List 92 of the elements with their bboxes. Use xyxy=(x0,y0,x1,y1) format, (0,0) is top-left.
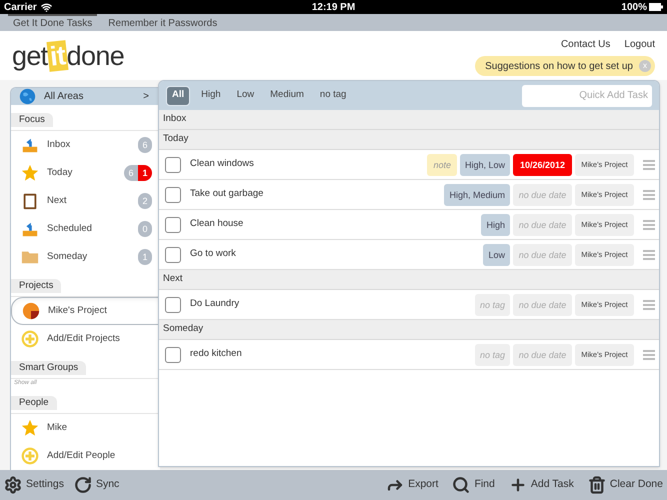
pie-chart-icon xyxy=(22,302,40,320)
task-title: redo kitchen xyxy=(190,347,243,362)
item-label: Mike xyxy=(47,420,68,435)
item-label: Scheduled xyxy=(47,222,93,236)
app-tab[interactable]: Get It Done Tasks xyxy=(8,14,98,31)
task-title: Clean house xyxy=(190,217,244,232)
toolbar-button[interactable]: Clear Done xyxy=(588,476,663,494)
toolbar-button[interactable]: Settings xyxy=(4,476,64,494)
sidebar-item[interactable]: Inbox 6 xyxy=(11,131,160,159)
toolbar-button[interactable]: Export xyxy=(386,476,438,494)
count-badge: 1 xyxy=(138,249,152,265)
sidebar-item[interactable]: Next 2 xyxy=(11,187,160,215)
priority-tag[interactable]: High, Low xyxy=(460,154,510,176)
clock: 12:19 PM xyxy=(312,0,356,14)
section-heading: Projects xyxy=(11,279,62,293)
star-icon xyxy=(21,164,39,182)
add-icon xyxy=(21,330,39,348)
sidebar-item[interactable]: Add/Edit People xyxy=(11,442,160,470)
section-heading: Smart Groups xyxy=(11,361,86,375)
count-badge: 6 xyxy=(138,137,152,153)
settings-icon xyxy=(4,476,22,494)
toolbar-button[interactable]: Add Task xyxy=(508,476,574,494)
group-heading: Someday xyxy=(163,322,204,336)
battery-label: 100% xyxy=(621,0,647,14)
wifi-icon xyxy=(40,2,52,12)
suggestion-text: Suggestions on how to get set up xyxy=(485,60,633,74)
sidebar-item[interactable]: Mike xyxy=(11,414,160,442)
task-title: Go to work xyxy=(190,247,237,262)
quick-add-field[interactable]: Quick Add Task xyxy=(522,84,652,106)
drag-handle-icon[interactable] xyxy=(643,160,655,170)
inbox-icon xyxy=(21,220,39,238)
task-checkbox[interactable] xyxy=(165,246,181,262)
plus-icon xyxy=(508,476,527,494)
count-badge: 6 xyxy=(124,165,138,181)
task-title: Clean windows xyxy=(190,157,255,172)
filter-tab[interactable]: Medium xyxy=(265,86,309,106)
item-label: Add/Edit People xyxy=(47,448,116,463)
section-heading: Focus xyxy=(11,113,53,127)
drag-handle-icon[interactable] xyxy=(643,220,655,230)
priority-tag[interactable]: High, Medium xyxy=(444,184,510,206)
task-checkbox[interactable] xyxy=(165,186,181,202)
priority-tag[interactable]: High xyxy=(481,214,510,236)
battery-icon xyxy=(649,3,663,11)
area-selector[interactable]: All Areas > xyxy=(11,88,160,105)
search-icon xyxy=(452,476,470,494)
filter-tab[interactable]: Low xyxy=(232,86,260,106)
count-badge: 1 xyxy=(138,165,152,181)
task-checkbox[interactable] xyxy=(165,346,181,362)
filter-tab[interactable]: High xyxy=(196,86,226,106)
task-checkbox[interactable] xyxy=(165,216,181,232)
item-label: Today xyxy=(47,166,74,180)
globe-icon xyxy=(19,88,36,105)
toolbar-button[interactable]: Sync xyxy=(74,476,120,494)
due-date[interactable]: 10/26/2012 xyxy=(513,154,572,176)
drag-handle-icon[interactable] xyxy=(643,300,655,310)
filter-tab[interactable]: no tag xyxy=(314,86,352,106)
header-link[interactable]: Contact Us xyxy=(560,37,610,52)
task-checkbox[interactable] xyxy=(165,156,181,172)
inbox-icon xyxy=(21,136,39,154)
clipboard-icon xyxy=(21,192,39,210)
group-heading: Next xyxy=(163,272,183,286)
task-title: Do Laundry xyxy=(190,297,240,312)
priority-tag[interactable]: Low xyxy=(483,244,510,266)
filter-tab[interactable]: All xyxy=(166,86,190,106)
header-link[interactable]: Logout xyxy=(624,37,655,52)
carrier-label: Carrier xyxy=(4,0,37,14)
item-label: Someday xyxy=(47,250,88,264)
item-label: Add/Edit Projects xyxy=(47,332,121,346)
count-badge: 0 xyxy=(138,221,152,237)
star-icon xyxy=(21,419,39,437)
task-title: Take out garbage xyxy=(190,187,264,202)
sync-icon xyxy=(74,476,92,494)
item-label: Next xyxy=(47,194,68,208)
item-label: Mike's Project xyxy=(48,304,108,318)
drag-handle-icon[interactable] xyxy=(643,250,655,260)
toolbar-button[interactable]: Find xyxy=(452,476,495,494)
trash-icon xyxy=(588,476,606,494)
drag-handle-icon[interactable] xyxy=(643,190,655,200)
task-checkbox[interactable] xyxy=(165,296,181,312)
app-logo: get it done xyxy=(12,41,124,71)
app-tab[interactable]: Remember it Passwords xyxy=(103,14,222,31)
add-icon xyxy=(21,447,39,465)
group-heading: Inbox xyxy=(163,112,186,126)
sidebar-item[interactable]: Today 6 1 xyxy=(11,159,160,187)
group-heading: Today xyxy=(163,132,188,146)
section-heading: People xyxy=(11,396,57,410)
sidebar-item[interactable]: Scheduled 0 xyxy=(11,215,160,243)
drag-handle-icon[interactable] xyxy=(643,350,655,360)
count-badge: 2 xyxy=(138,193,152,209)
item-label: Inbox xyxy=(47,138,72,152)
sidebar-item[interactable]: Add/Edit Projects xyxy=(11,325,160,353)
sidebar-item[interactable]: Someday 1 xyxy=(11,243,160,271)
